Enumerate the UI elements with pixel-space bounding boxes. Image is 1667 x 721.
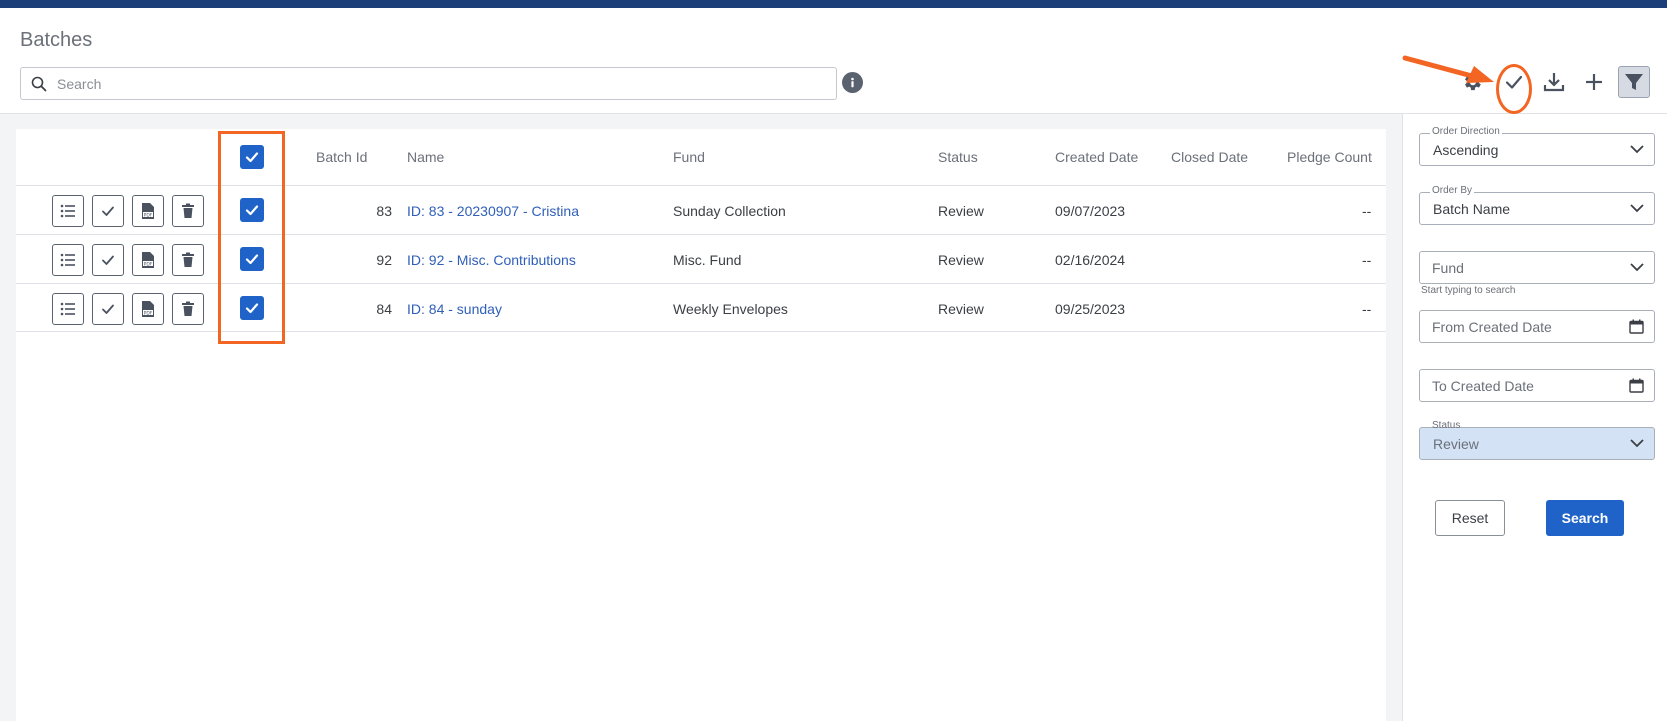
- search-button[interactable]: Search: [1546, 500, 1624, 536]
- row-approve-button[interactable]: [92, 293, 124, 325]
- search-input[interactable]: [57, 75, 817, 92]
- status-value: Review: [1433, 436, 1479, 452]
- search-icon: [31, 76, 47, 91]
- row-delete-button[interactable]: [172, 293, 204, 325]
- chevron-down-icon: [1630, 145, 1644, 154]
- plus-icon: [1586, 74, 1602, 90]
- pdf-icon: PDF: [142, 301, 154, 317]
- row-details-button[interactable]: [52, 195, 84, 227]
- reset-button[interactable]: Reset: [1435, 500, 1505, 536]
- from-created-date-placeholder: From Created Date: [1432, 319, 1552, 335]
- cell-pledge-count: --: [1362, 251, 1372, 268]
- download-button[interactable]: [1538, 66, 1570, 98]
- cell-fund: Sunday Collection: [673, 202, 786, 219]
- row-approve-button[interactable]: [92, 195, 124, 227]
- column-header-created-date[interactable]: Created Date: [1055, 129, 1138, 185]
- status-label: Status: [1432, 420, 1461, 431]
- row-details-button[interactable]: [52, 293, 84, 325]
- fund-helper-text: Start typing to search: [1421, 285, 1516, 296]
- cell-name-link[interactable]: ID: 92 - Misc. Contributions: [407, 235, 576, 284]
- column-header-pledge-count[interactable]: Pledge Count: [1287, 129, 1372, 185]
- trash-icon: [182, 252, 194, 267]
- order-direction-label: Order Direction: [1430, 126, 1502, 137]
- top-brand-bar: [0, 0, 1667, 8]
- order-by-value: Batch Name: [1433, 201, 1511, 217]
- trash-icon: [182, 301, 194, 316]
- pdf-icon: PDF: [142, 203, 154, 219]
- check-icon: [102, 304, 114, 314]
- chevron-down-icon: [1630, 204, 1644, 213]
- page-title: Batches: [20, 29, 93, 51]
- column-header-closed-date[interactable]: Closed Date: [1171, 129, 1248, 185]
- download-icon: [1543, 73, 1565, 92]
- row-delete-button[interactable]: [172, 244, 204, 276]
- filter-toggle-button[interactable]: [1618, 66, 1650, 98]
- cell-created-date: 02/16/2024: [1055, 251, 1126, 268]
- row-pdf-button[interactable]: PDF: [132, 293, 164, 325]
- row-pdf-button[interactable]: PDF: [132, 195, 164, 227]
- cell-fund: Weekly Envelopes: [673, 300, 788, 317]
- chevron-down-icon: [1630, 263, 1644, 272]
- row-delete-button[interactable]: [172, 195, 204, 227]
- checkbox-highlight-box: [218, 131, 285, 344]
- calendar-icon[interactable]: [1629, 319, 1644, 334]
- cell-pledge-count: --: [1362, 300, 1372, 317]
- order-by-select[interactable]: Order By Batch Name: [1419, 185, 1655, 225]
- list-icon: [60, 302, 75, 316]
- cell-created-date: 09/07/2023: [1055, 202, 1126, 219]
- filter-panel: Order Direction Ascending Order By Batch…: [1402, 114, 1667, 721]
- status-select[interactable]: Status Review: [1419, 420, 1655, 460]
- row-pdf-button[interactable]: PDF: [132, 244, 164, 276]
- row-details-button[interactable]: [52, 244, 84, 276]
- page-header: Batches: [0, 8, 1667, 114]
- column-header-fund[interactable]: Fund: [673, 129, 705, 185]
- row-approve-button[interactable]: [92, 244, 124, 276]
- svg-text:PDF: PDF: [144, 212, 153, 218]
- cell-created-date: 09/25/2023: [1055, 300, 1126, 317]
- order-by-label: Order By: [1430, 185, 1475, 196]
- column-header-status[interactable]: Status: [938, 129, 978, 185]
- info-icon[interactable]: [842, 72, 863, 93]
- cell-batch-id: 84: [376, 300, 392, 317]
- cell-status: Review: [938, 300, 984, 317]
- svg-text:PDF: PDF: [144, 261, 153, 267]
- check-icon: [102, 206, 114, 216]
- cell-name-link[interactable]: ID: 84 - sunday: [407, 284, 502, 333]
- filter-icon: [1625, 74, 1643, 90]
- to-created-date-placeholder: To Created Date: [1432, 378, 1534, 394]
- order-direction-select[interactable]: Order Direction Ascending: [1419, 126, 1655, 166]
- add-batch-button[interactable]: [1578, 66, 1610, 98]
- order-direction-value: Ascending: [1433, 142, 1499, 158]
- list-icon: [60, 253, 75, 267]
- calendar-icon[interactable]: [1629, 378, 1644, 393]
- fund-placeholder: Fund: [1432, 260, 1464, 276]
- cell-name-link[interactable]: ID: 83 - 20230907 - Cristina: [407, 186, 579, 235]
- from-created-date-field[interactable]: From Created Date: [1419, 310, 1655, 343]
- check-icon: [102, 255, 114, 265]
- cell-batch-id: 92: [376, 251, 392, 268]
- cell-status: Review: [938, 202, 984, 219]
- to-created-date-field[interactable]: To Created Date: [1419, 369, 1655, 402]
- batches-table: Batch Id Name Fund Status Created Date C…: [16, 129, 1386, 721]
- approve-highlight-circle: [1496, 64, 1532, 114]
- column-header-name[interactable]: Name: [407, 129, 444, 185]
- cell-status: Review: [938, 251, 984, 268]
- chevron-down-icon: [1630, 439, 1644, 448]
- list-icon: [60, 204, 75, 218]
- annotation-arrow-icon: [1402, 55, 1494, 83]
- cell-batch-id: 83: [376, 202, 392, 219]
- search-box[interactable]: [20, 67, 837, 100]
- cell-fund: Misc. Fund: [673, 251, 742, 268]
- svg-text:PDF: PDF: [144, 310, 153, 316]
- fund-autocomplete[interactable]: Fund: [1419, 251, 1655, 284]
- trash-icon: [182, 203, 194, 218]
- column-header-batch-id[interactable]: Batch Id: [316, 129, 367, 185]
- pdf-icon: PDF: [142, 252, 154, 268]
- cell-pledge-count: --: [1362, 202, 1372, 219]
